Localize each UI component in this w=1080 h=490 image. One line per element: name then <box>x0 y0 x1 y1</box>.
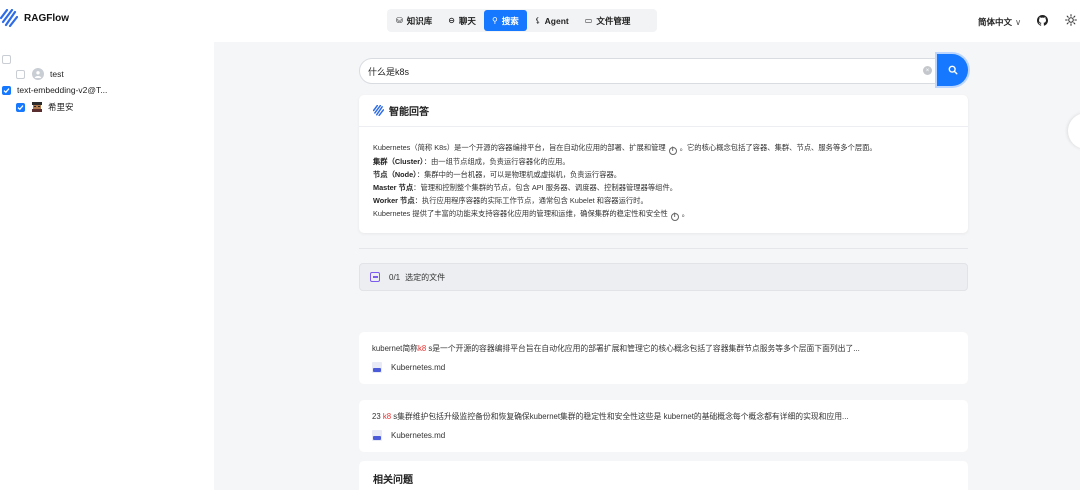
search-icon: ⚲ <box>491 15 498 25</box>
main-nav: ⛁ 知识库 ⊖ 聊天 ⚲ 搜索 ⚸ Agent ▭ 文件管理 <box>387 9 657 32</box>
answer-line: 节点（Node）：集群中的一台机器，可以是物理机或虚拟机，负责运行容器。 <box>373 169 622 179</box>
select-all-row[interactable] <box>2 52 11 66</box>
nav-label: 聊天 <box>458 15 476 26</box>
answer-line: Worker 节点：执行应用程序容器的实际工作节点，通常包含 Kubelet 和… <box>373 196 648 206</box>
user-row-test[interactable]: test <box>16 67 64 81</box>
section-divider <box>359 248 968 249</box>
sun-icon[interactable] <box>1065 14 1077 26</box>
knowledge-sidebar: test text-embedding-v2@T... 希里安 <box>0 42 214 490</box>
user-name: test <box>50 69 64 79</box>
app-name: RAGFlow <box>24 12 69 24</box>
top-header: RAGFlow ⛁ 知识库 ⊖ 聊天 ⚲ 搜索 ⚸ Agent ▭ 文件管理 简… <box>0 0 1080 42</box>
answer-line: Kubernetes 提供了丰富的功能来支持容器化应用的管理和运维，确保集群的稳… <box>373 209 690 221</box>
user-checkbox[interactable] <box>16 69 25 79</box>
result-snippet: 23 k8 s集群维护包括升级监控备份和恢复确保kubernet集群的稳定性和安… <box>372 412 849 421</box>
selected-files-bar[interactable]: 0/1 选定的文件 <box>359 263 968 291</box>
select-all-checkbox[interactable] <box>2 54 11 64</box>
answer-line: Master 节点：管理和控制整个集群的节点，包含 API 服务器、调度器、控制… <box>373 183 678 192</box>
nav-chat[interactable]: ⊖ 聊天 <box>440 10 484 31</box>
search-button[interactable] <box>937 54 968 86</box>
answer-header: 智能回答 <box>359 95 968 127</box>
answer-body: Kubernetes（简称 K8s）是一个开源的容器编排平台，旨在自动化应用的部… <box>373 141 963 221</box>
user-row-xilian[interactable]: 希里安 <box>16 100 74 114</box>
result-file-name: Kubernetes.md <box>391 363 446 372</box>
nav-search[interactable]: ⚲ 搜索 <box>483 10 527 31</box>
markdown-file-icon <box>372 362 382 373</box>
answer-line: 集群（Cluster）：由一组节点组成，负责运行容器化的应用。 <box>373 156 570 166</box>
indeterminate-checkbox-icon[interactable] <box>370 272 380 282</box>
search-input[interactable]: 什么是k8s <box>359 58 937 84</box>
app-logo[interactable]: RAGFlow <box>0 9 69 27</box>
model-checkbox[interactable] <box>2 85 11 95</box>
result-snippet: kubernet简称k8 s是一个开源的容器编排平台旨在自动化应用的部署扩展和管… <box>372 344 860 353</box>
user-checkbox[interactable] <box>16 102 25 112</box>
selected-files-label: 选定的文件 <box>405 272 446 282</box>
agent-icon: ⚸ <box>534 15 541 25</box>
check-icon <box>3 87 10 93</box>
avatar <box>32 102 42 112</box>
result-file-link[interactable]: Kubernetes.md <box>372 430 445 441</box>
nav-label: Agent <box>544 15 569 26</box>
result-file-name: Kubernetes.md <box>391 431 446 440</box>
answer-line: Kubernetes（简称 K8s）是一个开源的容器编排平台，旨在自动化应用的部… <box>373 143 877 155</box>
ragflow-logo-icon <box>373 105 384 116</box>
related-questions-card: 相关问题 <box>359 461 968 490</box>
check-icon <box>17 104 24 110</box>
chevron-down-icon: ∨ <box>1015 17 1022 27</box>
user-name: 希里安 <box>48 102 74 112</box>
answer-title: 智能回答 <box>389 107 429 118</box>
model-name: text-embedding-v2@T... <box>17 85 108 95</box>
citation-info-icon[interactable]: i <box>668 146 677 155</box>
nav-file-management[interactable]: ▭ 文件管理 <box>577 10 639 31</box>
language-label: 简体中文 <box>978 17 1013 27</box>
nav-knowledge-base[interactable]: ⛁ 知识库 <box>388 10 440 31</box>
nav-label: 知识库 <box>406 15 433 26</box>
model-row[interactable]: text-embedding-v2@T... <box>2 83 107 97</box>
user-icon <box>34 71 42 78</box>
smart-answer-card: 智能回答 Kubernetes（简称 K8s）是一个开源的容器编排平台，旨在自动… <box>359 95 968 233</box>
result-file-link[interactable]: Kubernetes.md <box>372 362 445 373</box>
nav-agent[interactable]: ⚸ Agent <box>527 10 577 31</box>
search-result-card[interactable]: kubernet简称k8 s是一个开源的容器编排平台旨在自动化应用的部署扩展和管… <box>359 332 968 384</box>
search-query: 什么是k8s <box>368 66 410 77</box>
related-questions-title: 相关问题 <box>373 475 413 486</box>
selected-files-count: 0/1 <box>389 272 401 282</box>
nav-label: 搜索 <box>501 15 519 26</box>
ragflow-logo-icon <box>0 9 18 27</box>
clear-icon[interactable]: × <box>923 66 932 75</box>
nav-label: 文件管理 <box>596 15 631 26</box>
search-result-card[interactable]: 23 k8 s集群维护包括升级监控备份和恢复确保kubernet集群的稳定性和安… <box>359 400 968 452</box>
language-selector[interactable]: 简体中文 ∨ <box>978 16 1021 28</box>
avatar <box>32 68 44 80</box>
folder-icon: ▭ <box>584 15 593 25</box>
citation-info-icon[interactable]: i <box>670 213 679 221</box>
search-icon <box>948 65 957 75</box>
markdown-file-icon <box>372 430 382 441</box>
chat-icon: ⊖ <box>448 15 455 25</box>
database-icon: ⛁ <box>396 15 403 25</box>
github-icon[interactable] <box>1037 15 1048 26</box>
